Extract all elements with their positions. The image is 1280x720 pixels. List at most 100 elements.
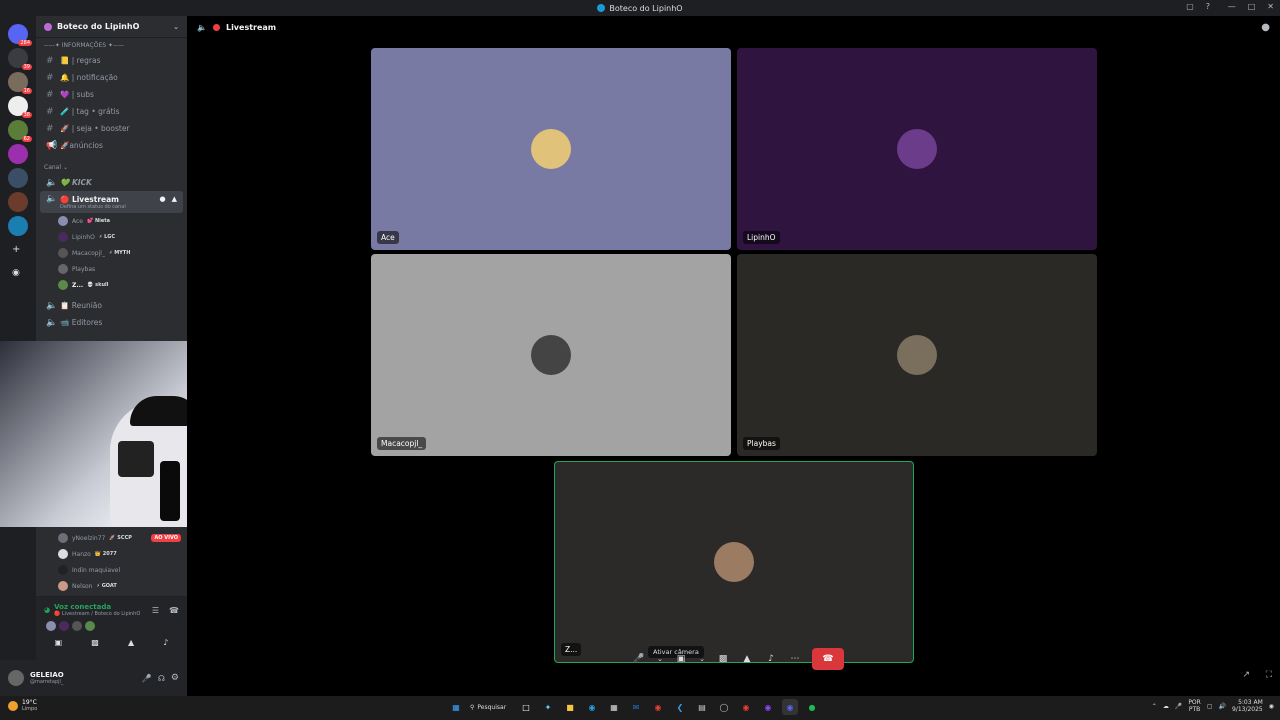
more-icon[interactable]: ⋯: [788, 652, 802, 666]
activity-icon[interactable]: ▲: [740, 652, 754, 666]
soundboard-icon[interactable]: ♪: [764, 652, 778, 666]
participant-tile-z[interactable]: Z...: [554, 461, 914, 663]
channel-notificacao[interactable]: # 🔔 | notificação: [36, 69, 187, 86]
participant-tile-playbas[interactable]: Playbas: [737, 254, 1097, 456]
voice-member[interactable]: Macacopjl_ ⚡ MYTH: [36, 245, 187, 261]
channel-tag-gratis[interactable]: # 🧪 | tag • grátis: [36, 103, 187, 120]
voice-member[interactable]: Playbas: [36, 261, 187, 277]
edge-icon[interactable]: ◉: [584, 699, 600, 715]
obs-icon[interactable]: ◯: [716, 699, 732, 715]
avatar[interactable]: [85, 621, 95, 631]
start-icon[interactable]: ▦: [448, 699, 464, 715]
signal-icon[interactable]: ◕: [44, 606, 50, 614]
wifi-icon[interactable]: ▢: [1207, 703, 1213, 710]
outlook-icon[interactable]: ✉: [628, 699, 644, 715]
chevron-down-icon[interactable]: ⌄: [656, 652, 664, 666]
guild-icon[interactable]: [8, 216, 28, 236]
microphone-icon[interactable]: 🎤: [142, 674, 152, 683]
chrome-icon[interactable]: ◉: [738, 699, 754, 715]
chevron-down-icon[interactable]: ⌄: [698, 652, 706, 666]
voice-member[interactable]: Indin maquiavel: [36, 562, 187, 578]
file-explorer-icon[interactable]: ■: [562, 699, 578, 715]
guild-icon[interactable]: [8, 168, 28, 188]
channel-anuncios[interactable]: 📢 🚀anúncios: [36, 137, 187, 154]
guild-icon[interactable]: [8, 144, 28, 164]
notification-icon[interactable]: ◉: [1269, 703, 1274, 710]
volume-icon[interactable]: 🔊: [1219, 703, 1226, 710]
weather-widget[interactable]: 19°C Limpo: [8, 699, 37, 712]
voice-status[interactable]: Voz conectada: [54, 603, 148, 611]
soundboard-icon[interactable]: ♪: [163, 638, 168, 647]
channel-livestream[interactable]: 🔈 🔴 Livestream ● ▲ Defina um status do c…: [40, 191, 183, 213]
avatar[interactable]: [46, 621, 56, 631]
channel-subs[interactable]: # 💜 | subs: [36, 86, 187, 103]
store-icon[interactable]: ▦: [606, 699, 622, 715]
screen-share-icon[interactable]: ▩: [91, 638, 99, 647]
channel-regras[interactable]: # 📒 | regras: [36, 52, 187, 69]
language-indicator[interactable]: POR PTB: [1188, 699, 1201, 713]
channel-reuniao[interactable]: 🔈 📋 Reunião: [36, 297, 187, 314]
category-informacoes[interactable]: -----✦ INFORMAÇÕES ✦-----: [36, 38, 187, 52]
camera-off-icon[interactable]: ▣: [55, 638, 63, 647]
headphones-icon[interactable]: ☊: [158, 674, 165, 683]
chrome-icon[interactable]: ◉: [650, 699, 666, 715]
camera-off-icon[interactable]: ▣: [674, 652, 688, 666]
invite-icon[interactable]: ▲: [172, 195, 177, 203]
participant-tile-lipinho[interactable]: LipinhO: [737, 48, 1097, 250]
guild-icon[interactable]: 38: [8, 96, 32, 118]
microphone-icon[interactable]: 🎤: [632, 652, 646, 666]
discover-icon[interactable]: ◉: [12, 268, 20, 278]
chevron-up-icon[interactable]: ⌃: [1152, 703, 1157, 710]
channel-kick[interactable]: 🔈 💚 KICK: [36, 174, 187, 191]
guild-icon[interactable]: [8, 192, 28, 212]
voice-location[interactable]: 🔴 Livestream / Boteco do LipinhO: [54, 611, 148, 617]
spotify-icon[interactable]: ●: [804, 699, 820, 715]
noise-suppression-icon[interactable]: ☰: [152, 606, 159, 615]
avatar[interactable]: [59, 621, 69, 631]
gear-icon[interactable]: ⚙: [171, 673, 179, 683]
cloud-icon[interactable]: ☁: [1163, 703, 1169, 710]
channel-seja-booster[interactable]: # 🚀 | seja • booster: [36, 120, 187, 137]
chat-icon[interactable]: ●: [160, 195, 166, 203]
copilot-icon[interactable]: ✦: [540, 699, 556, 715]
participant-tile-ace[interactable]: Ace: [371, 48, 731, 250]
voice-member[interactable]: Z... 💀 skull: [36, 277, 187, 293]
notepad-icon[interactable]: ▤: [694, 699, 710, 715]
minimize-button[interactable]: —: [1228, 2, 1236, 11]
popout-icon[interactable]: ↗: [1242, 670, 1250, 680]
chat-icon[interactable]: ●: [1261, 22, 1270, 33]
fullscreen-icon[interactable]: ⛶: [1266, 670, 1272, 680]
task-view-icon[interactable]: □: [518, 699, 534, 715]
guild-icon[interactable]: 62: [8, 120, 32, 142]
username[interactable]: GELEIAO: [30, 671, 136, 679]
voice-member[interactable]: LipinhO ⚡ LGC: [36, 229, 187, 245]
server-header[interactable]: Boteco do LipinhO ⌄: [36, 16, 187, 38]
voice-member[interactable]: Nelson ⚡ GOAT: [36, 578, 187, 594]
clock[interactable]: 5:03 AM 9/13/2025: [1232, 699, 1263, 713]
activity-icon[interactable]: ▲: [128, 638, 134, 647]
voice-member[interactable]: Ace 💕 Nieta: [36, 213, 187, 229]
disconnect-icon[interactable]: ☎: [169, 606, 179, 615]
help-icon[interactable]: ?: [1206, 2, 1210, 11]
maximize-button[interactable]: □: [1248, 2, 1256, 11]
channel-status-hint[interactable]: Defina um status do canal: [46, 204, 177, 210]
avatar[interactable]: [72, 621, 82, 631]
guild-icon[interactable]: 16: [8, 72, 32, 94]
twitch-icon[interactable]: ◉: [760, 699, 776, 715]
vscode-icon[interactable]: ❮: [672, 699, 688, 715]
taskbar-search[interactable]: ⚲ Pesquisar: [470, 699, 512, 715]
voice-member[interactable]: yNoelzin77 🚀 SCCP AO VIVO: [36, 530, 187, 546]
close-button[interactable]: ✕: [1267, 2, 1274, 11]
screen-share-icon[interactable]: ▩: [716, 652, 730, 666]
channel-editores[interactable]: 🔈 📹 Editores: [36, 314, 187, 331]
microphone-icon[interactable]: 🎤: [1175, 703, 1182, 710]
voice-member[interactable]: Hanzo 👑 2077: [36, 546, 187, 562]
guild-icon[interactable]: 39: [8, 48, 32, 70]
participant-tile-macacopjl[interactable]: Macacopjl_: [371, 254, 731, 456]
disconnect-button[interactable]: ☎: [812, 648, 844, 670]
add-server-icon[interactable]: +: [12, 244, 20, 255]
discord-icon[interactable]: ◉: [782, 699, 798, 715]
inbox-icon[interactable]: ▢: [1186, 2, 1194, 11]
category-canal[interactable]: Canal ⌄: [36, 160, 187, 174]
guild-icon[interactable]: 284: [8, 24, 32, 46]
